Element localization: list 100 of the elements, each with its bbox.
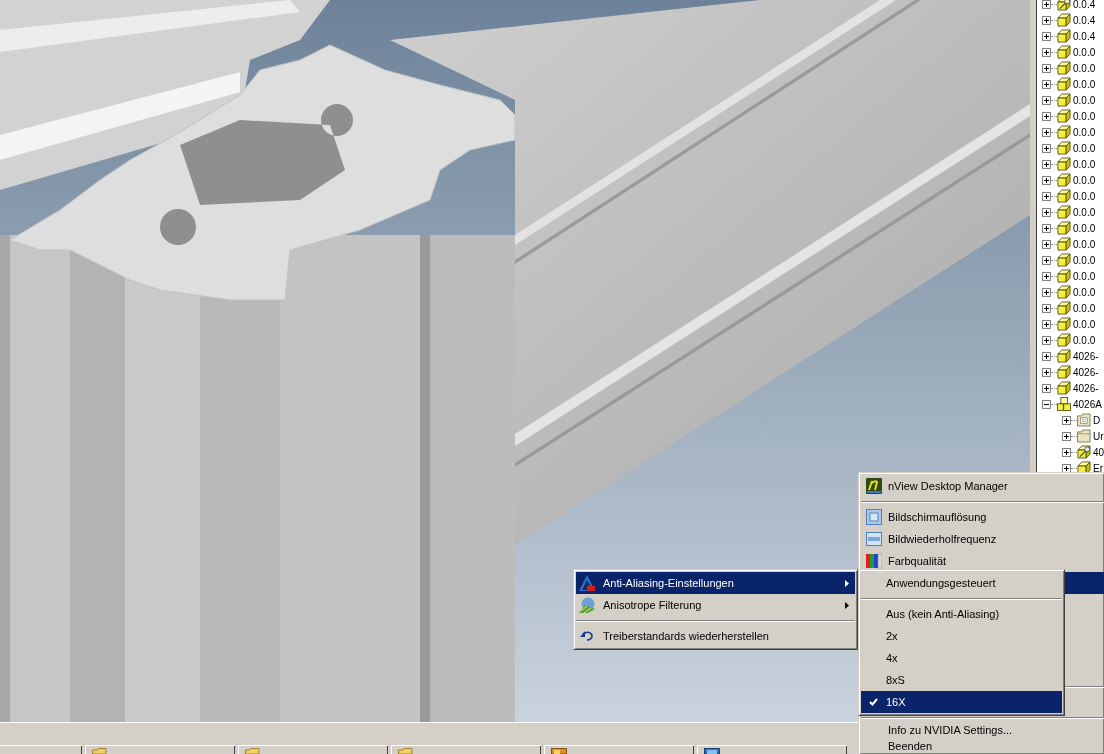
- tree-item[interactable]: 0.0.0: [1073, 253, 1096, 267]
- cube-icon: [1057, 13, 1071, 27]
- tree-toggle[interactable]: [1042, 335, 1051, 345]
- cube-icon: [1057, 349, 1071, 363]
- sphere-icon: [579, 597, 595, 613]
- tree-item[interactable]: 0.0.0: [1073, 77, 1096, 91]
- tree-item[interactable]: 0.0.0: [1073, 109, 1096, 123]
- tree-toggle[interactable]: [1042, 127, 1051, 137]
- cube-icon: [1057, 301, 1071, 315]
- tree-toggle[interactable]: [1042, 159, 1051, 169]
- tree-toggle[interactable]: [1042, 399, 1051, 409]
- menu-item[interactable]: 16X: [861, 691, 1062, 713]
- tree-item[interactable]: 0.0.4: [1073, 29, 1096, 43]
- menu-item[interactable]: Beenden: [861, 738, 1104, 754]
- tree-toggle[interactable]: [1062, 415, 1071, 425]
- folder-icon: [92, 748, 108, 754]
- tree-toggle[interactable]: [1042, 255, 1051, 265]
- menu-item[interactable]: Info zu NVIDIA Settings...: [861, 722, 1104, 738]
- tree-item[interactable]: 4026A: [1073, 397, 1102, 411]
- tree-toggle[interactable]: [1042, 303, 1051, 313]
- tree-toggle[interactable]: [1042, 175, 1051, 185]
- tree-item[interactable]: 0.0.0: [1073, 205, 1096, 219]
- menu-item[interactable]: 4x: [861, 647, 1062, 669]
- cube-icon: [1057, 189, 1071, 203]
- menu-item[interactable]: Treiberstandards wiederherstellen: [576, 625, 855, 647]
- tree-item[interactable]: 0.0.0: [1073, 45, 1096, 59]
- monitor-icon: [866, 531, 882, 547]
- tree-toggle[interactable]: [1042, 0, 1051, 9]
- tree-item[interactable]: 0.0.0: [1073, 189, 1096, 203]
- tree-toggle[interactable]: [1062, 431, 1071, 441]
- taskbar-button[interactable]: [697, 745, 847, 754]
- cube-icon: [1057, 45, 1071, 59]
- tree-item[interactable]: 0.0.0: [1073, 301, 1096, 315]
- cube-icon: [1057, 205, 1071, 219]
- pushpin-cube-icon: [1057, 0, 1071, 11]
- tree-toggle[interactable]: [1042, 143, 1051, 153]
- tree-toggle[interactable]: [1042, 111, 1051, 121]
- tree-item[interactable]: 0.0.4: [1073, 0, 1096, 11]
- tree-toggle[interactable]: [1042, 271, 1051, 281]
- tree-item[interactable]: Er: [1093, 461, 1103, 475]
- tree-item[interactable]: 4026-: [1073, 381, 1099, 395]
- tree-item[interactable]: 0.0.0: [1073, 221, 1096, 235]
- tree-item[interactable]: 0.0.0: [1073, 237, 1096, 251]
- cube-icon: [1057, 77, 1071, 91]
- menu-item[interactable]: Farbqualität: [861, 550, 1104, 572]
- screen-icon: [866, 509, 882, 525]
- tree-toggle[interactable]: [1042, 95, 1051, 105]
- tree-item[interactable]: D: [1093, 413, 1101, 427]
- tree-toggle[interactable]: [1042, 319, 1051, 329]
- tree-item[interactable]: 4026-: [1073, 365, 1099, 379]
- tree-item[interactable]: 0.0.0: [1073, 93, 1096, 107]
- triangle-logo-icon: [579, 575, 595, 591]
- tree-toggle[interactable]: [1042, 207, 1051, 217]
- tree-toggle[interactable]: [1042, 15, 1051, 25]
- undo-icon: [579, 628, 595, 644]
- menu-item[interactable]: Bildschirmauflösung: [861, 506, 1104, 528]
- tree-toggle[interactable]: [1042, 287, 1051, 297]
- tree-toggle[interactable]: [1042, 351, 1051, 361]
- menu-item[interactable]: 2x: [861, 625, 1062, 647]
- tree-toggle[interactable]: [1042, 63, 1051, 73]
- menu-item[interactable]: Anisotrope Filterung: [576, 594, 855, 616]
- tree-item[interactable]: 0.0.0: [1073, 125, 1096, 139]
- tree-item[interactable]: 0.0.0: [1073, 317, 1096, 331]
- cube-icon: [1057, 141, 1071, 155]
- cube-icon: [1057, 157, 1071, 171]
- folder-icon: [1077, 413, 1091, 427]
- menu-item[interactable]: nView Desktop Manager: [861, 475, 1104, 497]
- tree-toggle[interactable]: [1042, 239, 1051, 249]
- tree-toggle[interactable]: [1042, 31, 1051, 41]
- folder-icon: [398, 748, 414, 754]
- tree-item[interactable]: 0.0.0: [1073, 61, 1096, 75]
- cube-icon: [1057, 61, 1071, 75]
- tree-item[interactable]: 0.0.0: [1073, 285, 1096, 299]
- tree-item[interactable]: 40: [1093, 445, 1104, 459]
- tree-toggle[interactable]: [1042, 47, 1051, 57]
- cube-icon: [1057, 93, 1071, 107]
- menu-item[interactable]: Aus (kein Anti-Aliasing): [861, 603, 1062, 625]
- app-icon: [551, 748, 567, 754]
- tree-item[interactable]: Ur: [1093, 429, 1104, 443]
- cube-icon: [1057, 365, 1071, 379]
- tree-item[interactable]: 0.0.0: [1073, 333, 1096, 347]
- tree-toggle[interactable]: [1042, 79, 1051, 89]
- tree-item[interactable]: 4026-: [1073, 349, 1099, 363]
- tree-toggle[interactable]: [1042, 191, 1051, 201]
- menu-item[interactable]: Anti-Aliasing-Einstellungen: [576, 572, 855, 594]
- menu-item[interactable]: Bildwiederholfrequenz: [861, 528, 1104, 550]
- tree-toggle[interactable]: [1062, 447, 1071, 457]
- taskbar-button[interactable]: [544, 745, 694, 754]
- cube-icon: [1057, 285, 1071, 299]
- menu-item[interactable]: Anwendungsgesteuert: [861, 572, 1062, 594]
- tree-item[interactable]: 0.0.4: [1073, 13, 1096, 27]
- tree-item[interactable]: 0.0.0: [1073, 157, 1096, 171]
- tree-toggle[interactable]: [1042, 383, 1051, 393]
- folder-icon: [1077, 429, 1091, 443]
- tree-item[interactable]: 0.0.0: [1073, 173, 1096, 187]
- tree-item[interactable]: 0.0.0: [1073, 269, 1096, 283]
- tree-item[interactable]: 0.0.0: [1073, 141, 1096, 155]
- tree-toggle[interactable]: [1042, 367, 1051, 377]
- menu-item[interactable]: 8xS: [861, 669, 1062, 691]
- tree-toggle[interactable]: [1042, 223, 1051, 233]
